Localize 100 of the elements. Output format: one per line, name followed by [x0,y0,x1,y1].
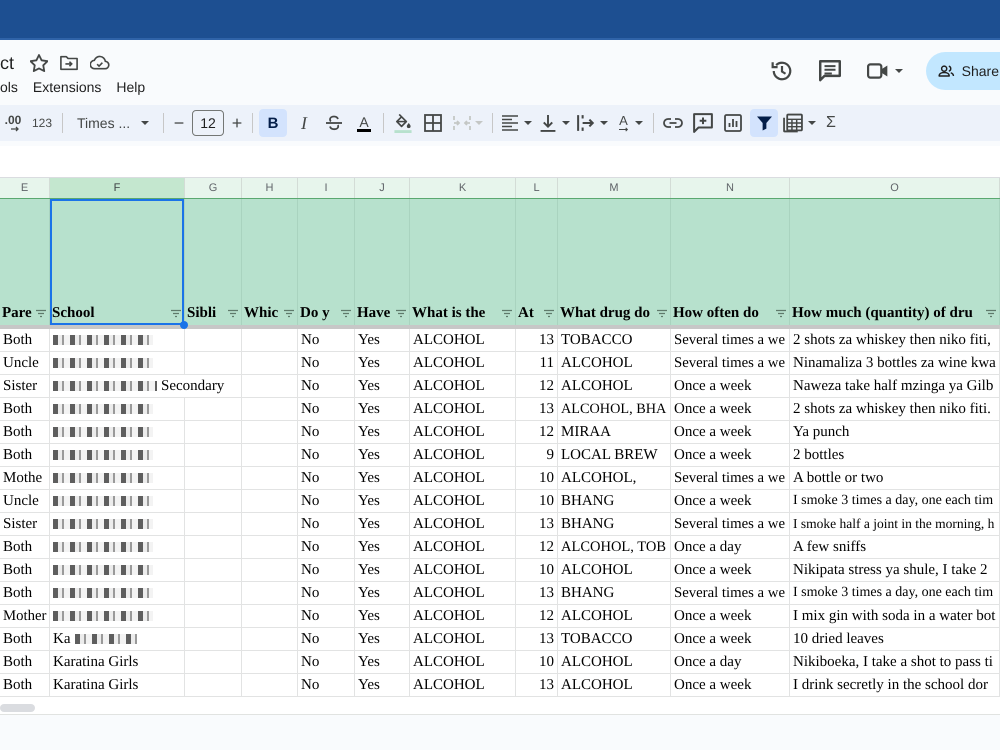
table-cell: Yes [355,375,410,398]
column-letter[interactable]: J [355,178,410,198]
table-cell: Both [0,559,50,582]
table-cell: ALCOHOL [410,651,516,674]
funnel-icon [756,116,772,130]
table-cell: Yes [355,467,410,490]
align-left-icon [500,114,518,132]
table-cell: 13 [516,513,558,536]
text-color-button[interactable]: A [351,109,377,137]
table-cell: Mother [0,605,50,628]
table-cell: ALCOHOL [410,628,516,651]
increase-font-size-button[interactable]: + [228,109,246,137]
column-header: What drug do [560,304,650,323]
table-cell: 13 [516,398,558,421]
table-cell: Once a week [671,628,790,651]
table-cell: ALCOHOL [558,375,671,398]
table-cell: Once a day [671,536,790,559]
menu-item[interactable]: ols [0,77,18,97]
filter-icon[interactable] [775,309,787,318]
column-header: What is the [412,304,486,323]
scrollbar-thumb[interactable] [0,704,35,712]
column-letter[interactable]: N [671,178,790,198]
menu-item[interactable]: Extensions [32,77,102,97]
column-letter[interactable]: M [558,178,671,198]
table-cell: 13 [516,582,558,605]
caret-icon [634,121,642,125]
table-cell: Both [0,329,50,352]
table-cell: ALCOHOL [410,352,516,375]
filter-icon[interactable] [227,309,239,318]
table-cell: No [298,536,355,559]
filter-button[interactable] [750,109,778,137]
table-cell: Yes [355,628,410,651]
table-cell: Yes [355,559,410,582]
increase-decimal-button[interactable]: .00 [2,109,24,137]
column-letter[interactable]: G [185,178,242,198]
table-cell: ALCOHOL [410,513,516,536]
paint-bucket-icon [393,113,413,133]
filter-icon[interactable] [501,309,513,318]
empty-cell [242,352,298,375]
table-cell: Mothe [0,467,50,490]
table-cell: Several times a we [671,513,790,536]
empty-cell [242,513,298,536]
caret-icon [562,121,570,125]
filter-icon[interactable] [985,309,997,318]
empty-cell [242,559,298,582]
table-cell: No [298,444,355,467]
share-button[interactable]: Share [926,52,1000,90]
filter-icon[interactable] [543,309,555,318]
column-letter[interactable]: L [516,178,558,198]
chart-icon [724,114,742,132]
filter-icon[interactable] [283,309,295,318]
filter-icon[interactable] [395,309,407,318]
column-letter[interactable]: F [50,178,185,198]
empty-cell [242,467,298,490]
table-cell: Once a week [671,444,790,467]
table-cell: BHANG [558,582,671,605]
table-cell: Both [0,651,50,674]
table-cell: MIRAA [558,421,671,444]
filter-icon[interactable] [656,309,668,318]
filter-icon[interactable] [170,309,182,318]
decrease-font-size-button[interactable]: − [170,109,188,137]
filter-icon[interactable] [340,309,352,318]
filter-icon[interactable] [35,309,47,318]
column-letter[interactable]: H [242,178,298,198]
folder-arrow-icon[interactable] [60,54,78,72]
table-cell: Yes [355,490,410,513]
table-cell: A bottle or two [790,467,1000,490]
column-letter[interactable]: O [790,178,1000,198]
table-cell: Ninamaliza 3 bottles za wine kwa [790,352,1000,375]
table-cell: 10 [516,651,558,674]
text-rotation-button[interactable]: A [613,109,647,137]
table-cell: ALCOHOL [558,605,671,628]
table-cell: I smoke 3 times a day, one each tim [790,490,1000,513]
table-cell: Yes [355,329,410,352]
menu-item[interactable]: Help [116,77,146,97]
table-cell: Yes [355,651,410,674]
bold-button[interactable]: B [259,109,287,137]
table-cell: 2 bottles [790,444,1000,467]
column-letter[interactable]: E [0,178,50,198]
italic-button[interactable]: I [291,109,317,137]
font-size-field[interactable]: 12 [192,110,224,136]
caret-icon [524,121,532,125]
fill-handle[interactable] [180,321,188,329]
document-title[interactable]: ct [0,52,14,74]
column-letter[interactable]: I [298,178,355,198]
table-cell: No [298,513,355,536]
number-format-button[interactable]: 123 [28,109,56,137]
star-icon[interactable] [30,54,48,72]
font-dropdown[interactable]: Times ... [69,109,157,137]
history-icon[interactable] [770,60,793,82]
column-letter[interactable]: K [410,178,516,198]
table-cell: ALCOHOL [558,559,671,582]
table-cell: 13 [516,329,558,352]
empty-cell [242,444,298,467]
table-cell: No [298,467,355,490]
functions-button[interactable]: Σ [820,109,842,137]
table-cell: Sister [0,375,50,398]
table-cell: ALCOHOL [410,398,516,421]
comment-icon[interactable] [818,60,841,82]
table-cell: 12 [516,605,558,628]
